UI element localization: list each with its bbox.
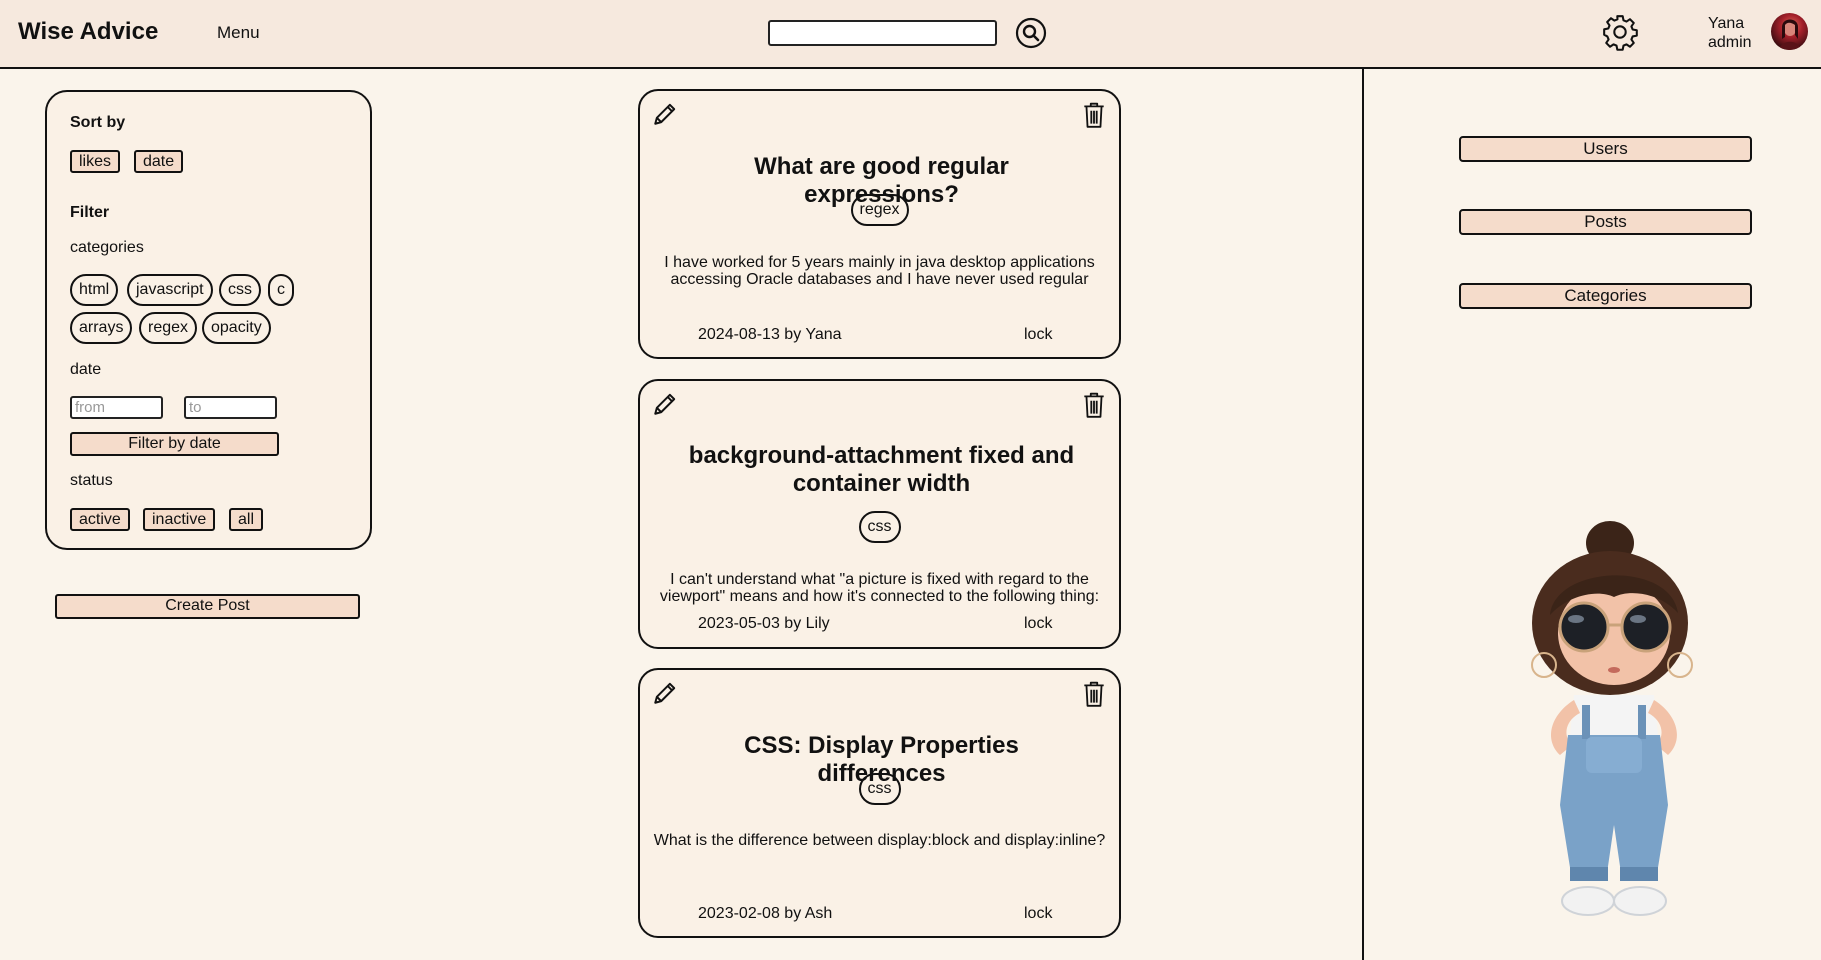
filter-panel: Sort by likes date Filter categories htm… [45, 90, 372, 550]
filter-by-date-button[interactable]: Filter by date [70, 432, 279, 456]
sort-date-button[interactable]: date [134, 150, 184, 173]
category-c[interactable]: c [268, 274, 294, 306]
sort-likes-button[interactable]: likes [70, 150, 121, 173]
search-icon[interactable] [1015, 17, 1047, 49]
status-label: status [70, 472, 113, 489]
users-nav-button[interactable]: Users [1459, 136, 1752, 162]
date-to-field[interactable] [184, 396, 277, 419]
lock-button[interactable]: lock [1024, 905, 1052, 923]
category-css[interactable]: css [219, 274, 261, 306]
status-active-button[interactable]: active [70, 508, 130, 531]
status-all-button[interactable]: all [229, 508, 264, 531]
categories-label: categories [70, 239, 144, 256]
user-info: Yana admin [1708, 14, 1752, 52]
post-excerpt: I have worked for 5 years mainly in java… [664, 254, 1095, 288]
post-title[interactable]: background-attachment fixed and containe… [680, 442, 1083, 498]
avatar[interactable] [1771, 13, 1808, 50]
top-header: Wise Advice Menu Yana admin [0, 0, 1821, 69]
post-card[interactable]: background-attachment fixed and containe… [638, 379, 1121, 649]
gear-icon[interactable] [1601, 13, 1639, 51]
pencil-icon[interactable] [652, 391, 678, 417]
search-input[interactable] [768, 20, 997, 46]
column-divider [1362, 69, 1364, 960]
menu-button[interactable]: Menu [217, 23, 260, 43]
post-excerpt: What is the difference between display:b… [653, 832, 1106, 849]
sort-heading: Sort by [70, 114, 126, 131]
category-regex[interactable]: regex [139, 312, 198, 344]
post-meta: 2024-08-13 by Yana [698, 326, 842, 343]
categories-nav-button[interactable]: Categories [1459, 283, 1752, 309]
category-arrays[interactable]: arrays [70, 312, 133, 344]
pencil-icon[interactable] [652, 101, 678, 127]
post-card[interactable]: What are good regular expressions? regex… [638, 89, 1121, 359]
post-meta: 2023-05-03 by Lily [698, 615, 830, 632]
post-card[interactable]: CSS: Display Properties differences css … [638, 668, 1121, 938]
post-tag[interactable]: css [858, 773, 901, 805]
post-tag[interactable]: css [858, 511, 901, 543]
trash-icon[interactable] [1081, 101, 1107, 129]
category-javascript[interactable]: javascript [127, 274, 213, 306]
mascot-illustration [1531, 521, 1693, 916]
user-name: Yana [1708, 15, 1745, 32]
trash-icon[interactable] [1081, 680, 1107, 708]
trash-icon[interactable] [1081, 391, 1107, 419]
site-logo[interactable]: Wise Advice [18, 18, 158, 46]
pencil-icon[interactable] [652, 680, 678, 706]
filter-heading: Filter [70, 204, 110, 221]
post-excerpt: I can't understand what "a picture is fi… [659, 571, 1100, 605]
user-role: admin [1708, 34, 1752, 51]
post-tag[interactable]: regex [850, 194, 909, 226]
lock-button[interactable]: lock [1024, 615, 1052, 633]
category-opacity[interactable]: opacity [202, 312, 271, 344]
date-label: date [70, 361, 102, 378]
status-inactive-button[interactable]: inactive [143, 508, 216, 531]
posts-nav-button[interactable]: Posts [1459, 209, 1752, 235]
post-meta: 2023-02-08 by Ash [698, 905, 833, 922]
date-from-field[interactable] [70, 396, 163, 419]
lock-button[interactable]: lock [1024, 326, 1052, 344]
create-post-button[interactable]: Create Post [55, 594, 360, 619]
category-html[interactable]: html [70, 274, 119, 306]
